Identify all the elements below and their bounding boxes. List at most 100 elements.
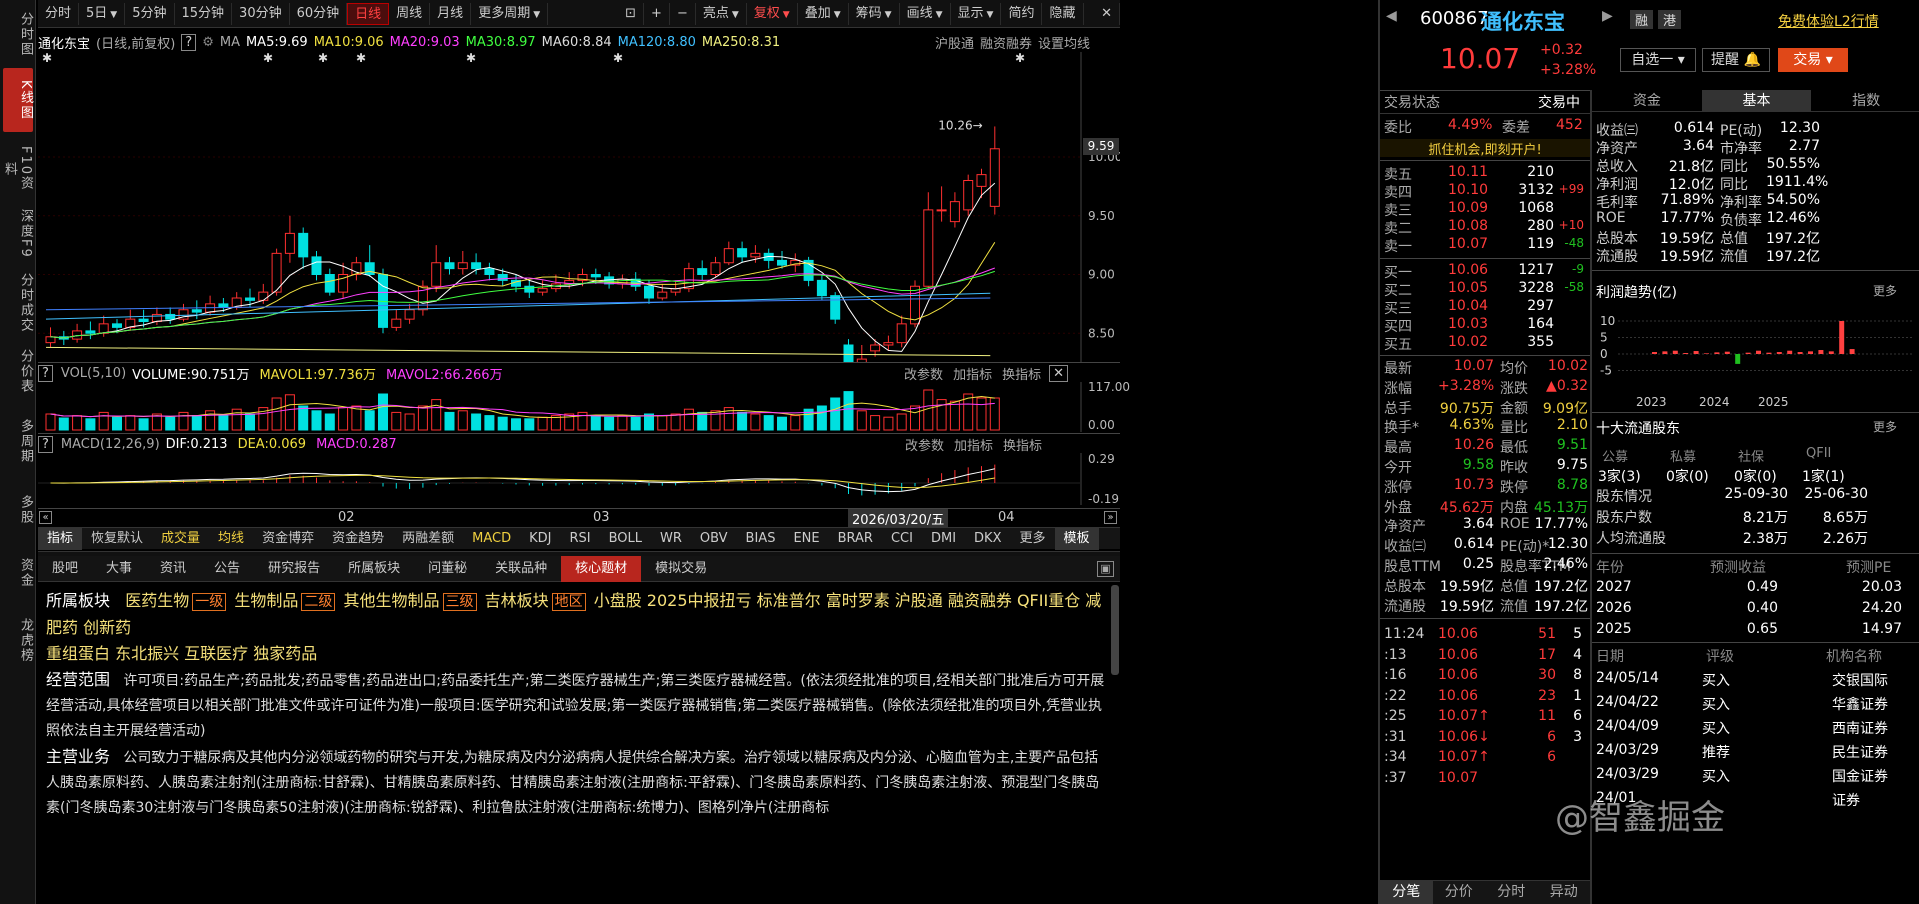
- vol-param-button[interactable]: 改参数: [904, 364, 943, 383]
- indicator-4[interactable]: 资金博弈: [253, 528, 323, 550]
- concept-list-2[interactable]: 重组蛋白 东北振兴 互联医疗 独家药品: [46, 641, 1112, 667]
- tab-3[interactable]: 公告: [200, 556, 254, 582]
- scroll-left-icon[interactable]: «: [39, 511, 52, 524]
- indicator-8[interactable]: KDJ: [520, 528, 560, 550]
- sidebar-item-7[interactable]: 多股: [3, 482, 33, 538]
- event-marker[interactable]: ✱: [1015, 52, 1025, 65]
- trade-button[interactable]: 交易 ▾: [1778, 48, 1848, 72]
- tick-tab-0[interactable]: 分笔: [1380, 881, 1433, 904]
- rzrq-link[interactable]: 融资融券: [980, 33, 1032, 52]
- sidebar-item-3[interactable]: 深度F9: [3, 205, 33, 263]
- watchlist-button[interactable]: 自选一 ▾: [1620, 48, 1696, 72]
- toolbar-11[interactable]: 复权 ▼: [747, 2, 798, 25]
- event-marker[interactable]: ✱: [318, 52, 328, 65]
- time-axis[interactable]: « 02 03 04 2026/03/20/五 »: [38, 509, 1120, 528]
- toolbar-6[interactable]: 日线: [347, 2, 390, 25]
- sidebar-item-6[interactable]: 多周期: [3, 410, 33, 472]
- set-ma-button[interactable]: 设置均线: [1038, 33, 1090, 52]
- indicator-18[interactable]: DKX: [965, 528, 1010, 550]
- toolbar-12[interactable]: 叠加 ▼: [798, 2, 849, 25]
- event-marker[interactable]: ✱: [356, 52, 366, 65]
- toolbar-9[interactable]: 更多周期 ▼: [471, 2, 549, 25]
- indicator-13[interactable]: BIAS: [737, 528, 785, 550]
- zoom-out-icon[interactable]: −: [670, 2, 696, 25]
- toolbar-5[interactable]: 60分钟: [290, 2, 348, 25]
- tab-6[interactable]: 问董秘: [414, 556, 481, 582]
- volume-chart[interactable]: [38, 382, 1120, 432]
- f10-scrollbar[interactable]: [1111, 585, 1119, 675]
- sidebar-item-2[interactable]: F10资料: [2, 140, 33, 198]
- indicator-19[interactable]: 更多: [1010, 528, 1054, 550]
- kline-chart[interactable]: 10.009.509.008.5010.26→←8.03✱✱✱✱✱✱✱: [38, 52, 1120, 362]
- toolbar-3[interactable]: 15分钟: [175, 2, 233, 25]
- event-marker[interactable]: ✱: [466, 52, 476, 65]
- indicator-14[interactable]: ENE: [784, 528, 828, 550]
- toolbar-0[interactable]: 分时: [38, 2, 80, 25]
- scroll-right-icon[interactable]: »: [1104, 511, 1117, 524]
- tab-4[interactable]: 研究报告: [254, 556, 334, 582]
- fund-tab-2[interactable]: 指数: [1811, 90, 1919, 111]
- indicator-12[interactable]: OBV: [691, 528, 737, 550]
- fullscreen-icon[interactable]: ⊡: [618, 2, 645, 25]
- toolbar-16[interactable]: 简约: [1001, 2, 1043, 25]
- hgt-link[interactable]: 沪股通: [935, 33, 974, 52]
- toolbar-7[interactable]: 周线: [389, 2, 431, 25]
- sidebar-item-1[interactable]: K线图: [3, 68, 33, 132]
- zoom-in-icon[interactable]: +: [644, 2, 670, 25]
- toolbar-13[interactable]: 筹码 ▼: [849, 2, 900, 25]
- indicator-6[interactable]: 两融差额: [393, 528, 463, 550]
- fund-tab-1[interactable]: 基本: [1701, 90, 1812, 111]
- toolbar-15[interactable]: 显示 ▼: [951, 2, 1002, 25]
- indicator-2[interactable]: 成交量: [152, 528, 209, 550]
- sector-3[interactable]: 其他生物制品: [344, 591, 440, 610]
- alert-button[interactable]: 提醒 🔔: [1702, 48, 1770, 72]
- indicator-1[interactable]: 恢复默认: [82, 528, 152, 550]
- tab-2[interactable]: 资讯: [146, 556, 200, 582]
- toolbar-10[interactable]: 亮点 ▼: [696, 2, 747, 25]
- macd-help-icon[interactable]: ?: [38, 435, 53, 453]
- help-icon[interactable]: ?: [181, 33, 197, 51]
- toolbar-8[interactable]: 月线: [430, 2, 472, 25]
- indicator-10[interactable]: BOLL: [600, 528, 651, 550]
- tab-9[interactable]: 模拟交易: [641, 556, 721, 582]
- macd-change-button[interactable]: 换指标: [1003, 435, 1042, 454]
- macd-chart[interactable]: [38, 453, 1120, 505]
- toolbar-14[interactable]: 画线 ▼: [900, 2, 951, 25]
- indicator-5[interactable]: 资金趋势: [323, 528, 393, 550]
- indicator-7[interactable]: MACD: [463, 528, 520, 550]
- sector-2[interactable]: 生物制品: [234, 591, 298, 610]
- toolbar-4[interactable]: 30分钟: [232, 2, 290, 25]
- promo-link[interactable]: 抓住机会,即刻开户!: [1380, 139, 1590, 158]
- sidebar-item-4[interactable]: 分时成交: [3, 272, 33, 334]
- tab-5[interactable]: 所属板块: [334, 556, 414, 582]
- indicator-17[interactable]: DMI: [922, 528, 965, 550]
- macd-param-button[interactable]: 改参数: [905, 435, 944, 454]
- vol-help-icon[interactable]: ?: [38, 364, 53, 382]
- tick-tab-3[interactable]: 异动: [1538, 881, 1591, 904]
- indicator-16[interactable]: CCI: [882, 528, 922, 550]
- sidebar-item-8[interactable]: 资金: [3, 548, 33, 598]
- indicator-15[interactable]: BRAR: [829, 528, 882, 550]
- macd-add-button[interactable]: 加指标: [954, 435, 993, 454]
- prev-stock-icon[interactable]: ◀: [1386, 8, 1397, 24]
- vol-add-button[interactable]: 加指标: [953, 364, 992, 383]
- toolbar-17[interactable]: 隐藏: [1042, 2, 1084, 25]
- tick-tab-2[interactable]: 分时: [1485, 881, 1538, 904]
- vol-change-button[interactable]: 换指标: [1002, 364, 1041, 383]
- indicator-3[interactable]: 均线: [209, 528, 253, 550]
- sidebar-item-9[interactable]: 龙虎榜: [3, 605, 33, 675]
- sidebar-item-5[interactable]: 分价表: [3, 340, 33, 402]
- close-icon[interactable]: ✕: [1094, 2, 1120, 25]
- indicator-20[interactable]: 模板: [1054, 527, 1099, 550]
- tab-0[interactable]: 股吧: [38, 556, 92, 582]
- sector-1[interactable]: 医药生物: [125, 591, 189, 610]
- indicator-11[interactable]: WR: [651, 528, 691, 550]
- sidebar-item-0[interactable]: 分时图: [3, 4, 33, 64]
- fund-tab-0[interactable]: 资金: [1592, 90, 1702, 111]
- tick-tab-1[interactable]: 分价: [1433, 881, 1486, 904]
- sector-4[interactable]: 吉林板块: [485, 591, 549, 610]
- next-stock-icon[interactable]: ▶: [1602, 8, 1613, 24]
- gear-icon[interactable]: ⚙: [202, 35, 214, 50]
- toolbar-2[interactable]: 5分钟: [125, 2, 175, 25]
- indicator-9[interactable]: RSI: [560, 528, 599, 550]
